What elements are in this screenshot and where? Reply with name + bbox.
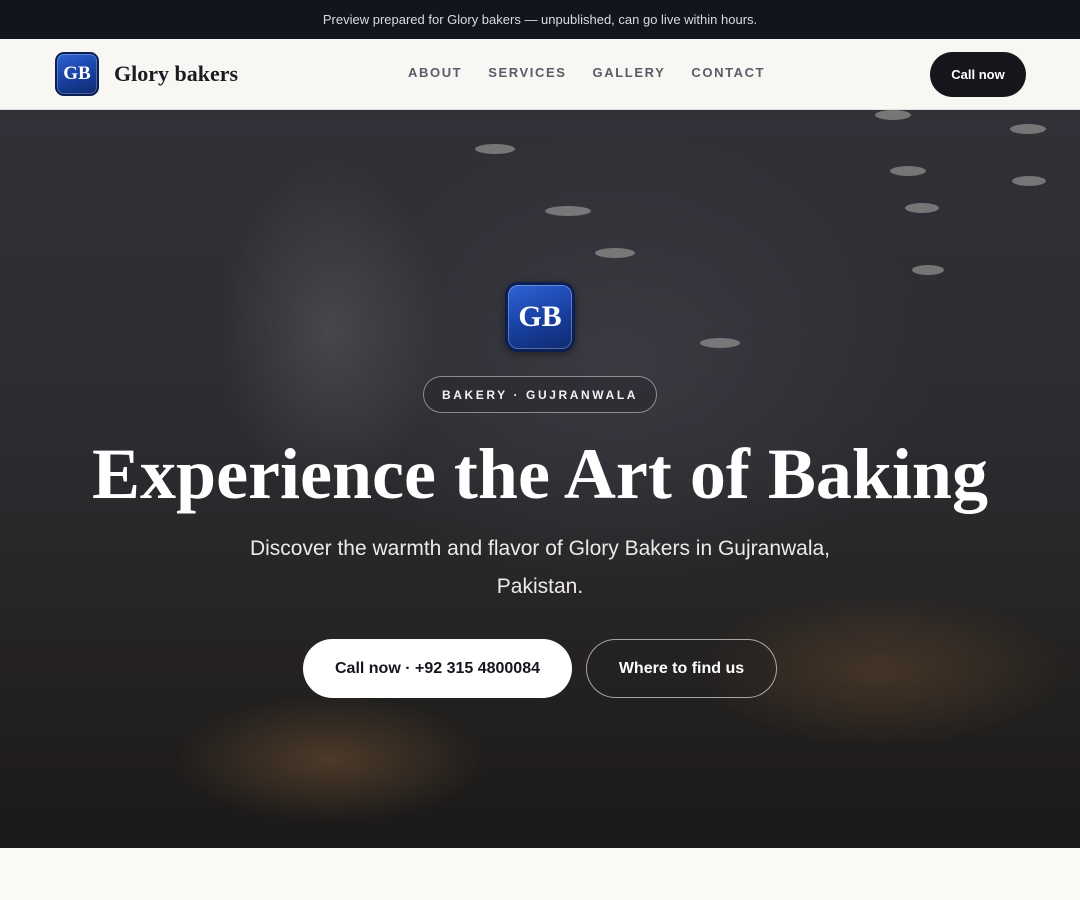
nav-link-services[interactable]: SERVICES [488, 65, 566, 80]
brand-logo-initials: GB [63, 63, 91, 84]
nav-link-gallery[interactable]: GALLERY [593, 65, 666, 80]
find-us-button[interactable]: Where to find us [586, 639, 777, 698]
site-header: GB Glory bakers ABOUT SERVICES GALLERY C… [0, 39, 1080, 110]
preview-banner-text: Preview prepared for Glory bakers — unpu… [322, 12, 758, 27]
nav-link-about[interactable]: ABOUT [408, 65, 462, 80]
main-nav: ABOUT SERVICES GALLERY CONTACT [408, 65, 791, 80]
brand[interactable]: GB Glory bakers [55, 52, 238, 96]
hero-content: GB BAKERY · GUJRANWALA Experience the Ar… [0, 110, 1080, 848]
brand-logo[interactable]: GB [55, 52, 99, 96]
hero-title: Experience the Art of Baking [92, 434, 988, 514]
brand-name[interactable]: Glory bakers [114, 61, 238, 87]
category-badge: BAKERY · GUJRANWALA [423, 376, 657, 413]
hero-logo-initials: GB [518, 300, 562, 333]
category-badge-text: BAKERY · GUJRANWALA [441, 387, 639, 402]
hero-logo: GB [505, 282, 575, 352]
call-now-button[interactable]: Call now · +92 315 4800084 [303, 639, 572, 698]
preview-banner: Preview prepared for Glory bakers — unpu… [0, 0, 1080, 39]
hero-subtitle: Discover the warmth and flavor of Glory … [249, 537, 831, 598]
call-now-label: Call now · +92 315 4800084 [334, 659, 540, 677]
hero-section: GB BAKERY · GUJRANWALA Experience the Ar… [0, 110, 1080, 848]
find-us-label: Where to find us [618, 659, 745, 677]
nav-link-contact[interactable]: CONTACT [691, 65, 765, 80]
header-call-button[interactable]: Call now [930, 52, 1026, 97]
header-call-label: Call now [951, 67, 1005, 82]
